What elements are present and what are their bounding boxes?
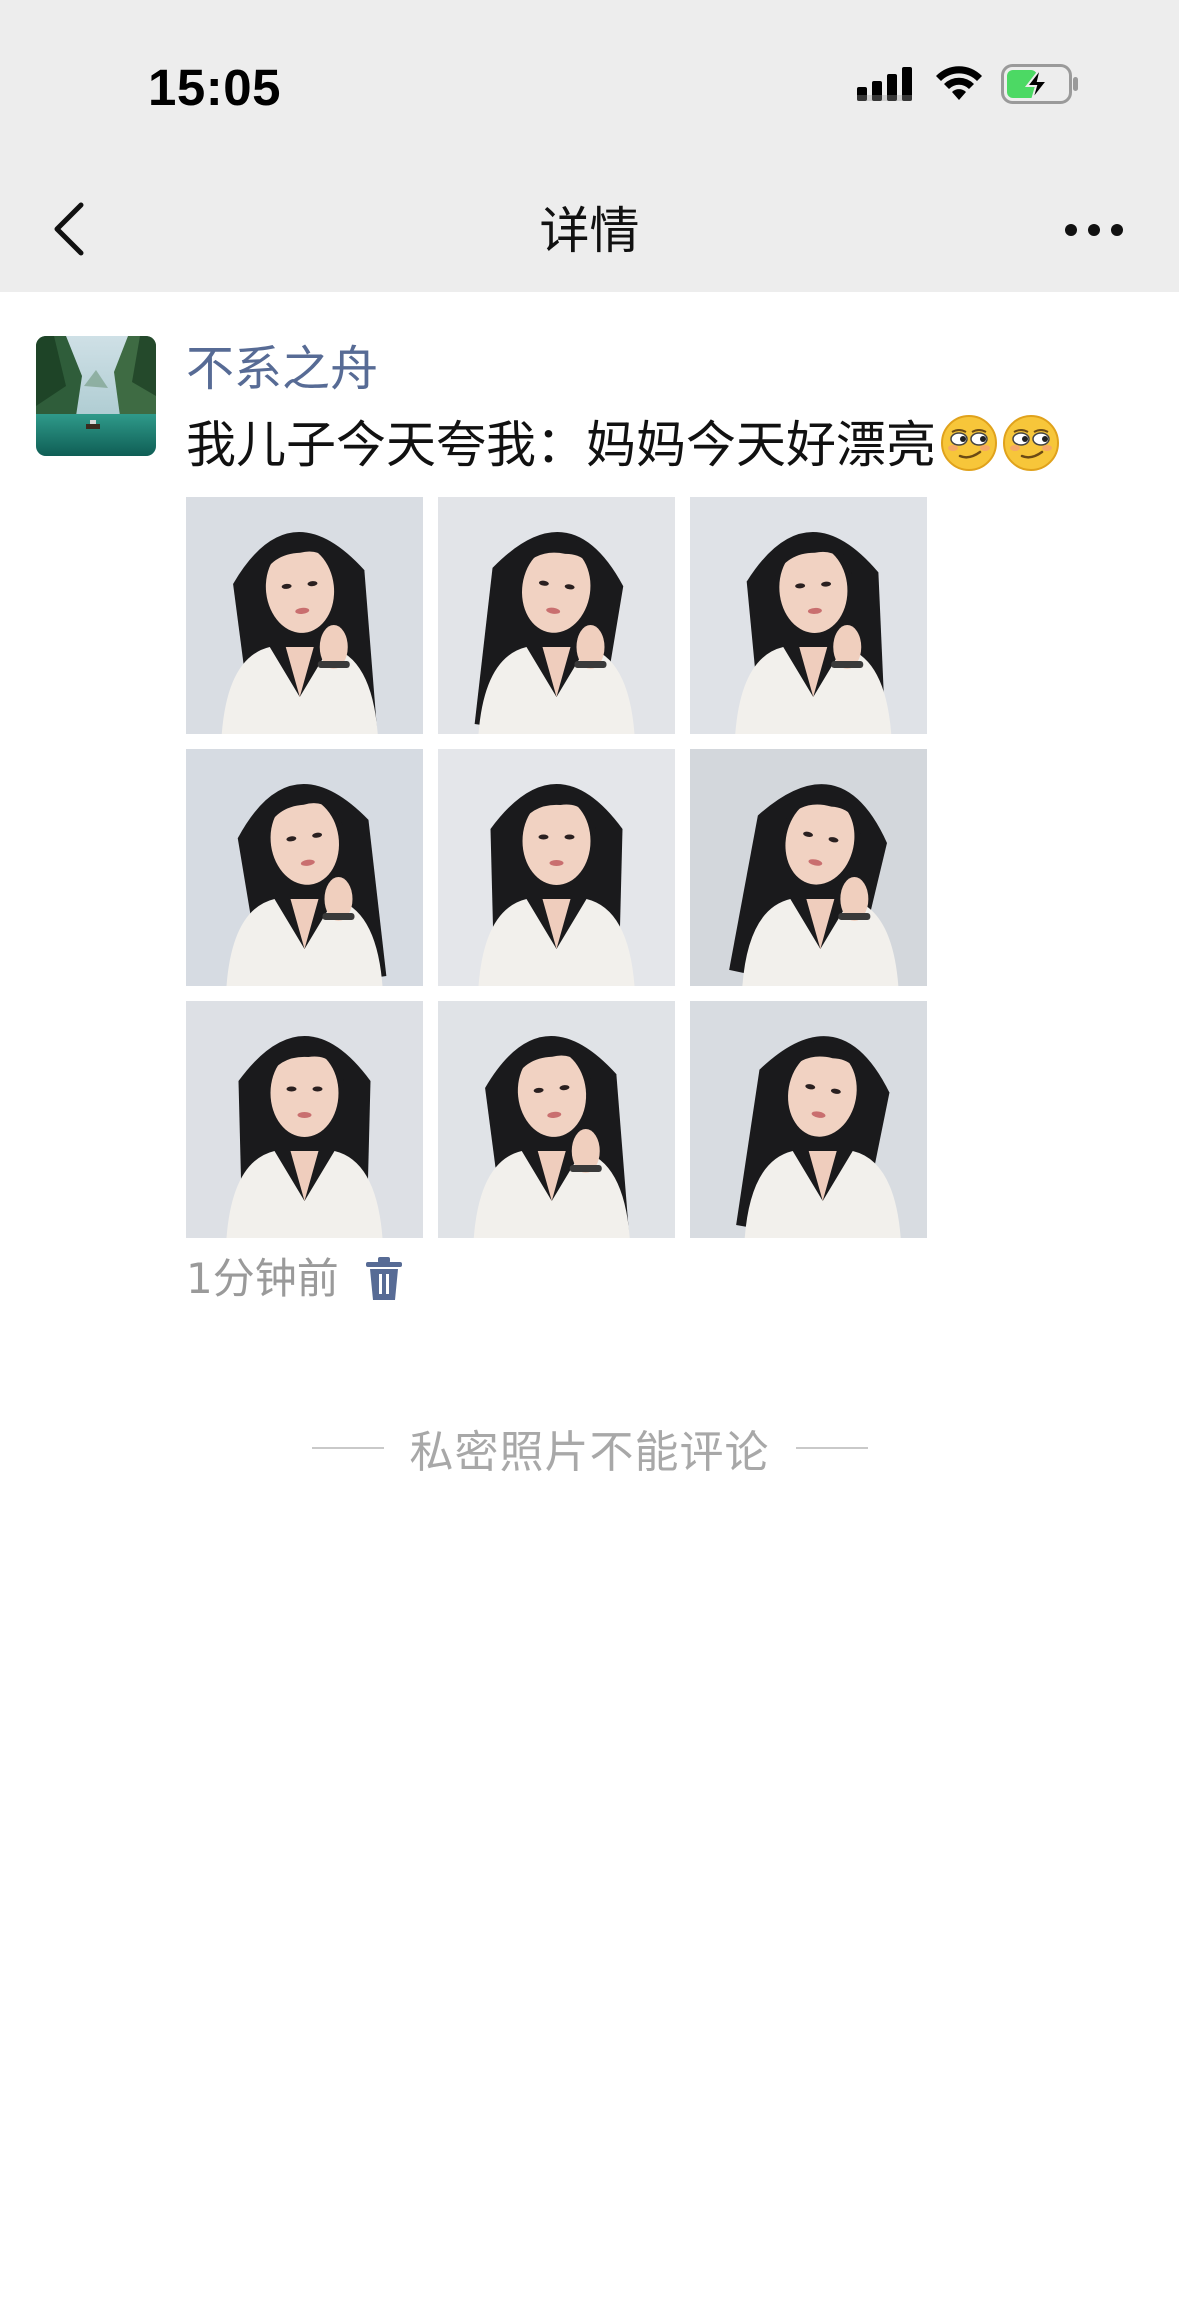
signal-icon [857, 67, 917, 105]
smirk-emoji-icon [1002, 414, 1060, 472]
photo-thumbnail[interactable] [438, 1001, 675, 1238]
photo-thumbnail[interactable] [438, 497, 675, 734]
photo-thumbnail[interactable] [186, 749, 423, 986]
photo-thumbnail[interactable] [690, 497, 927, 734]
wifi-icon [935, 66, 983, 106]
status-icons [857, 64, 1081, 108]
photo-thumbnail[interactable] [690, 749, 927, 986]
more-button[interactable] [1059, 206, 1129, 256]
photo-thumbnail[interactable] [438, 749, 675, 986]
photo-grid [186, 497, 928, 1239]
battery-charging-icon [1001, 64, 1081, 108]
post-time: 1分钟前 [186, 1254, 339, 1303]
private-comment-notice: 私密照片不能评论 [0, 1418, 1179, 1478]
post-text-content: 我儿子今天夸我：妈妈今天好漂亮 [186, 416, 936, 474]
status-time: 15:05 [148, 59, 281, 116]
divider-line-left [311, 1447, 384, 1449]
page-title: 详情 [539, 202, 640, 260]
trash-icon [364, 1257, 404, 1306]
avatar[interactable] [36, 336, 156, 456]
status-bar: 15:05 [0, 0, 1179, 170]
photo-thumbnail[interactable] [186, 1001, 423, 1238]
author-name[interactable]: 不系之舟 [186, 336, 378, 402]
more-dots-icon [1064, 222, 1124, 241]
private-notice-text: 私密照片不能评论 [409, 1427, 770, 1478]
post-text: 我儿子今天夸我：妈妈今天好漂亮 [186, 410, 1060, 480]
photo-thumbnail[interactable] [186, 497, 423, 734]
avatar-landscape-image [36, 336, 156, 456]
smirk-emoji-icon [940, 414, 998, 472]
nav-bar: 详情 [0, 170, 1179, 292]
delete-button[interactable] [364, 1256, 404, 1302]
photo-thumbnail[interactable] [690, 1001, 927, 1238]
divider-line-right [795, 1447, 868, 1449]
